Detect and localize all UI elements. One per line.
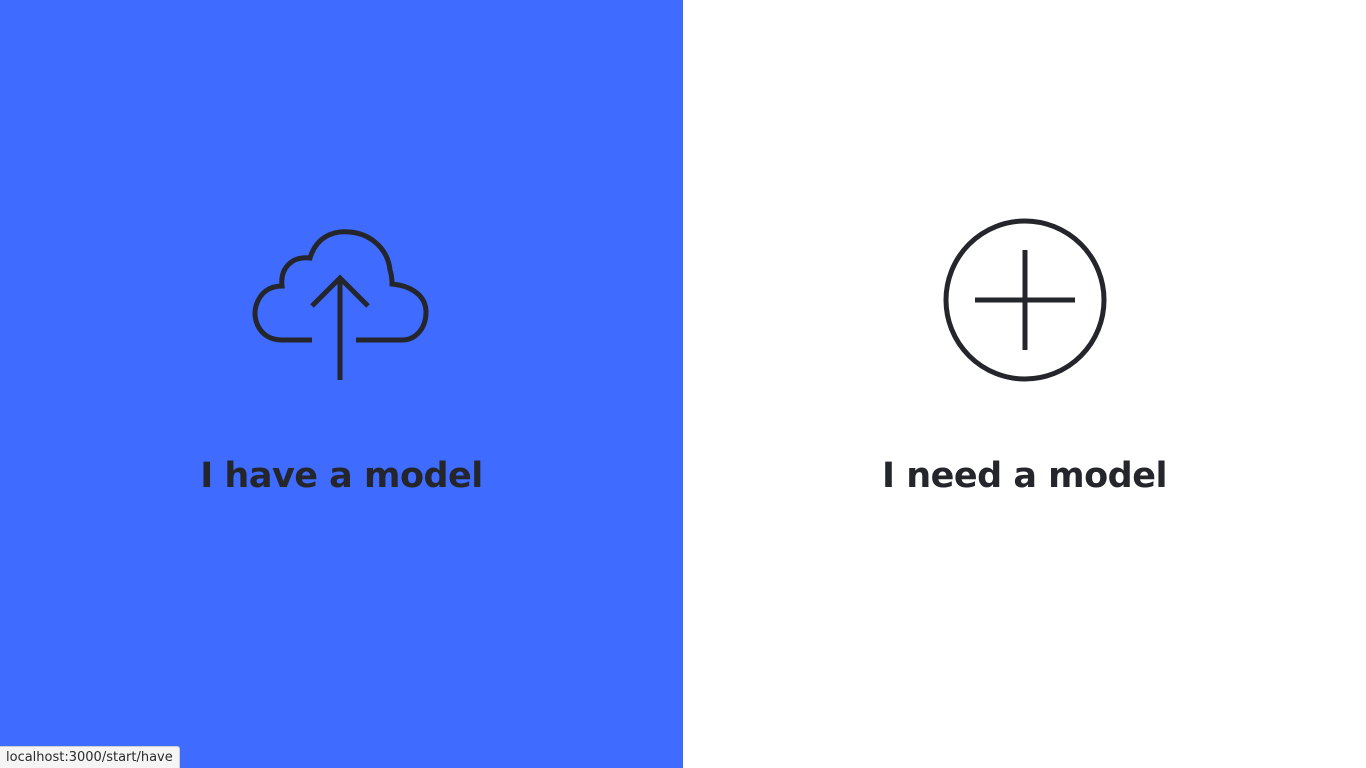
start-choice-screen: I have a model I need a model localhost:… [0,0,1366,768]
plus-circle-icon [935,215,1115,385]
link-preview-status: localhost:3000/start/have [0,746,180,768]
need-model-label: I need a model [882,456,1167,496]
have-model-option[interactable]: I have a model [0,0,683,768]
need-model-option[interactable]: I need a model [683,0,1366,768]
have-model-label: I have a model [200,456,483,496]
cloud-upload-icon [252,215,432,385]
